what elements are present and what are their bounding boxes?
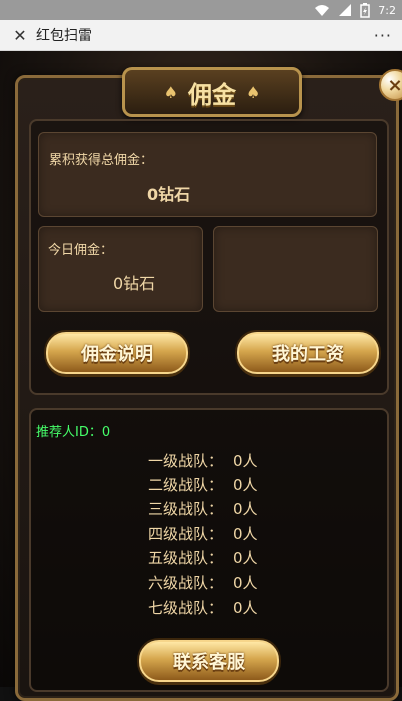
team-row: 五级战队： 0人: [0, 545, 402, 569]
team-name: 五级战队：: [148, 549, 224, 567]
empty-card: [213, 226, 378, 312]
team-count: 0人: [233, 599, 258, 617]
battery-charging-icon: [360, 2, 371, 18]
status-time: 7:2: [378, 3, 396, 17]
team-count: 0人: [233, 574, 258, 592]
team-row: 一级战队： 0人: [0, 448, 402, 472]
team-name: 六级战队：: [148, 574, 224, 592]
total-commission-label: 累积获得总佣金：: [49, 153, 154, 168]
today-commission-card: 今日佣金： 0钻石: [38, 226, 203, 312]
my-salary-label: 我的工资: [272, 344, 344, 365]
close-icon: ×: [387, 74, 402, 96]
panel-title: 佣金: [188, 80, 236, 109]
team-row: 六级战队： 0人: [0, 570, 402, 594]
today-commission-label: 今日佣金：: [48, 243, 114, 258]
commission-explain-button[interactable]: 佣金说明: [46, 332, 188, 374]
team-name: 四级战队：: [148, 525, 224, 543]
contact-support-label: 联系客服: [173, 652, 245, 673]
contact-support-button[interactable]: 联系客服: [139, 640, 279, 682]
team-count: 0人: [233, 549, 258, 567]
team-row: 三级战队： 0人: [0, 496, 402, 520]
team-name: 二级战队：: [148, 476, 224, 494]
team-count: 0人: [233, 452, 258, 470]
team-count: 0人: [233, 500, 258, 518]
total-commission-card: 累积获得总佣金： 0钻石: [38, 132, 377, 217]
status-bar: 7:2: [0, 0, 402, 20]
referrer-id: 推荐人ID：0: [36, 425, 111, 440]
team-count: 0人: [233, 476, 258, 494]
team-row: 二级战队： 0人: [0, 472, 402, 496]
wifi-icon: [314, 3, 330, 17]
team-row: 四级战队： 0人: [0, 521, 402, 545]
team-row: 七级战队： 0人: [0, 595, 402, 619]
spade-left-icon: ♠: [163, 82, 178, 102]
panel-header: ♠ 佣金 ♠: [122, 67, 302, 117]
app-title: 红包扫雷: [36, 28, 92, 44]
my-salary-button[interactable]: 我的工资: [237, 332, 379, 374]
signal-icon: [338, 3, 352, 17]
status-icons: 7:2: [314, 2, 396, 18]
spade-right-icon: ♠: [246, 82, 261, 102]
team-name: 一级战队：: [148, 452, 224, 470]
commission-explain-label: 佣金说明: [81, 344, 153, 365]
today-commission-value: 0钻石: [113, 274, 156, 293]
team-count: 0人: [233, 525, 258, 543]
team-name: 三级战队：: [148, 500, 224, 518]
more-options-button[interactable]: ···: [374, 26, 392, 45]
close-icon[interactable]: ✕: [6, 20, 34, 50]
team-name: 七级战队：: [148, 599, 224, 617]
total-commission-value: 0钻石: [147, 185, 191, 204]
app-bar: ✕ 红包扫雷 ···: [0, 20, 402, 51]
